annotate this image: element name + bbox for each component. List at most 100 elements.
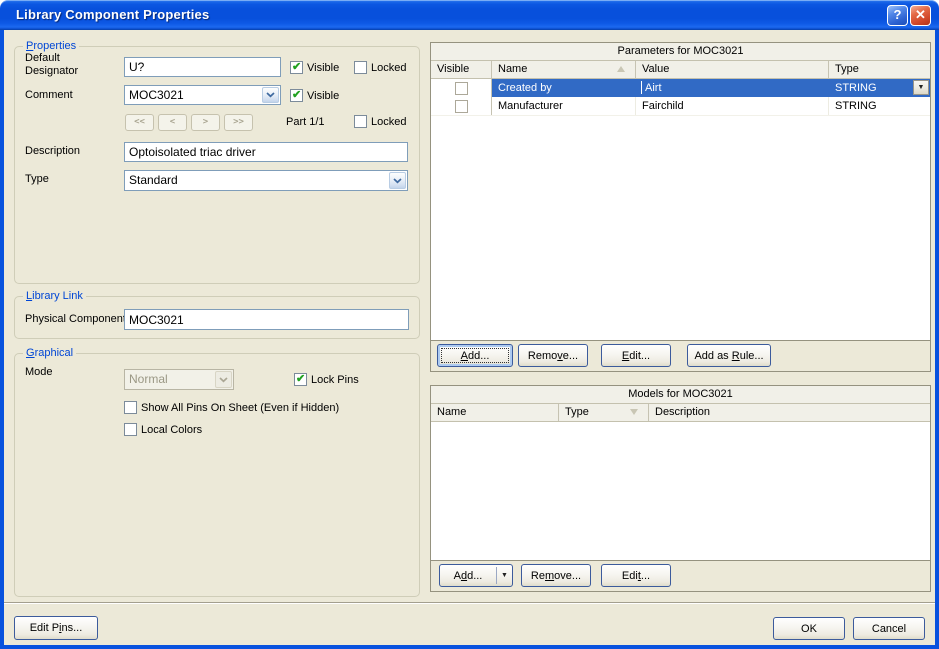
comment-visible-checkbox[interactable]: ✔: [290, 89, 303, 102]
mode-combo: Normal: [124, 369, 234, 390]
add-as-rule-button[interactable]: Add as Rule...: [687, 344, 771, 367]
check-icon: ✔: [292, 61, 301, 74]
remove-model-button[interactable]: Remove...: [521, 564, 591, 587]
models-panel: Models for MOC3021 Name Type Description…: [430, 385, 931, 592]
dialog-body: Properties Default Designator ✔ Visible …: [4, 30, 935, 645]
row-visible-cell: [431, 97, 492, 115]
physical-component-label: Physical Component: [25, 313, 126, 326]
part-locked-checkbox[interactable]: [354, 115, 367, 128]
parameter-name-cell[interactable]: Created by: [492, 79, 636, 97]
edit-model-button[interactable]: Edit...: [601, 564, 671, 587]
designator-visible-label: Visible: [307, 62, 339, 75]
help-icon: ?: [894, 7, 902, 22]
models-button-strip: Add... ▼ Remove... Edit...: [431, 560, 930, 591]
parameter-name-cell[interactable]: Manufacturer: [492, 97, 636, 115]
show-all-pins-checkbox[interactable]: [124, 401, 137, 414]
default-designator-label: Default Designator: [25, 52, 95, 78]
properties-group-title: Properties: [23, 40, 79, 52]
add-parameter-button[interactable]: Add...: [437, 344, 513, 367]
lock-pins-checkbox[interactable]: ✔: [294, 373, 307, 386]
column-header-name[interactable]: Name: [431, 404, 559, 421]
local-colors-label: Local Colors: [141, 424, 202, 437]
row-visible-checkbox[interactable]: [455, 82, 468, 95]
comment-value: MOC3021: [129, 88, 184, 102]
parameters-button-strip: Add... Remove... Edit... Add as Rule...: [431, 340, 930, 371]
column-header-value[interactable]: Value: [636, 61, 829, 78]
check-icon: ✔: [292, 89, 301, 102]
column-header-type[interactable]: Type: [829, 61, 930, 78]
parameter-type-cell[interactable]: STRING ▼: [829, 79, 930, 97]
lock-pins-label: Lock Pins: [311, 374, 359, 387]
column-header-type[interactable]: Type: [559, 404, 649, 421]
mode-value: Normal: [129, 372, 168, 386]
dialog-library-component-properties: Library Component Properties ? ✕ Propert…: [0, 0, 939, 649]
graphical-group: Graphical Mode Normal ✔ Lock Pins Show A…: [14, 353, 420, 597]
graphical-group-title: Graphical: [23, 347, 76, 359]
designator-locked-label: Locked: [371, 62, 406, 75]
parameter-value-cell[interactable]: Airt: [636, 79, 829, 97]
models-panel-title: Models for MOC3021: [431, 386, 930, 404]
parameters-header-row: Visible Name Value Type: [431, 61, 930, 79]
parameter-type-cell[interactable]: STRING: [829, 97, 930, 115]
models-table-body: [431, 422, 930, 560]
library-link-group-title: Library Link: [23, 290, 86, 302]
sort-descending-icon: [630, 409, 638, 415]
row-visible-checkbox[interactable]: [455, 100, 468, 113]
chevron-down-icon: [215, 371, 232, 388]
close-icon: ✕: [915, 7, 926, 22]
part-locked-label: Locked: [371, 116, 406, 129]
description-input[interactable]: [124, 142, 408, 162]
sort-ascending-icon: [617, 66, 625, 72]
type-combo[interactable]: Standard: [124, 170, 408, 191]
parameter-value-cell[interactable]: Fairchild: [636, 97, 829, 115]
default-designator-input[interactable]: [124, 57, 281, 77]
comment-visible-label: Visible: [307, 90, 339, 103]
designator-locked-checkbox[interactable]: [354, 61, 367, 74]
text-caret: [641, 81, 642, 94]
parameters-panel: Parameters for MOC3021 Visible Name Valu…: [430, 42, 931, 372]
cancel-button[interactable]: Cancel: [853, 617, 925, 640]
chevron-down-icon[interactable]: [262, 87, 279, 103]
add-model-button[interactable]: Add... ▼: [439, 564, 513, 587]
part-indicator: Part 1/1: [286, 116, 325, 129]
table-row[interactable]: Created by Airt STRING ▼: [431, 79, 930, 97]
help-button[interactable]: ?: [887, 5, 908, 26]
mode-label: Mode: [25, 366, 53, 379]
description-label: Description: [25, 145, 80, 158]
column-header-visible[interactable]: Visible: [431, 61, 492, 78]
first-part-button[interactable]: <<: [125, 114, 154, 131]
parameters-panel-title: Parameters for MOC3021: [431, 43, 930, 61]
edit-parameter-button[interactable]: Edit...: [601, 344, 671, 367]
chevron-down-icon[interactable]: [389, 172, 406, 189]
designator-visible-checkbox[interactable]: ✔: [290, 61, 303, 74]
type-value: Standard: [129, 173, 178, 187]
local-colors-checkbox[interactable]: [124, 423, 137, 436]
footer-divider: [4, 602, 935, 603]
show-all-pins-label: Show All Pins On Sheet (Even if Hidden): [141, 402, 339, 415]
comment-combo[interactable]: MOC3021: [124, 85, 281, 105]
title-bar[interactable]: Library Component Properties ? ✕: [0, 0, 939, 30]
models-header-row: Name Type Description: [431, 404, 930, 422]
remove-parameter-button[interactable]: Remove...: [518, 344, 588, 367]
type-dropdown-button[interactable]: ▼: [913, 80, 929, 95]
physical-component-input[interactable]: [124, 309, 409, 330]
ok-button[interactable]: OK: [773, 617, 845, 640]
edit-pins-button[interactable]: Edit Pins...: [14, 616, 98, 640]
library-link-group: Library Link Physical Component: [14, 296, 420, 339]
parameters-table-body: Created by Airt STRING ▼ Manufacturer Fa…: [431, 79, 930, 340]
row-visible-cell: [431, 79, 492, 97]
previous-part-button[interactable]: <: [158, 114, 187, 131]
type-label: Type: [25, 173, 49, 186]
next-part-button[interactable]: >: [191, 114, 220, 131]
comment-label: Comment: [25, 89, 73, 102]
dropdown-arrow-icon: ▼: [918, 84, 925, 91]
table-row[interactable]: Manufacturer Fairchild STRING: [431, 97, 930, 116]
check-icon: ✔: [296, 373, 305, 386]
close-button[interactable]: ✕: [910, 5, 931, 26]
properties-group: Properties Default Designator ✔ Visible …: [14, 46, 420, 284]
window-title: Library Component Properties: [16, 7, 209, 22]
column-header-description[interactable]: Description: [649, 404, 930, 421]
dropdown-arrow-icon[interactable]: ▼: [497, 572, 512, 579]
last-part-button[interactable]: >>: [224, 114, 253, 131]
column-header-name[interactable]: Name: [492, 61, 636, 78]
